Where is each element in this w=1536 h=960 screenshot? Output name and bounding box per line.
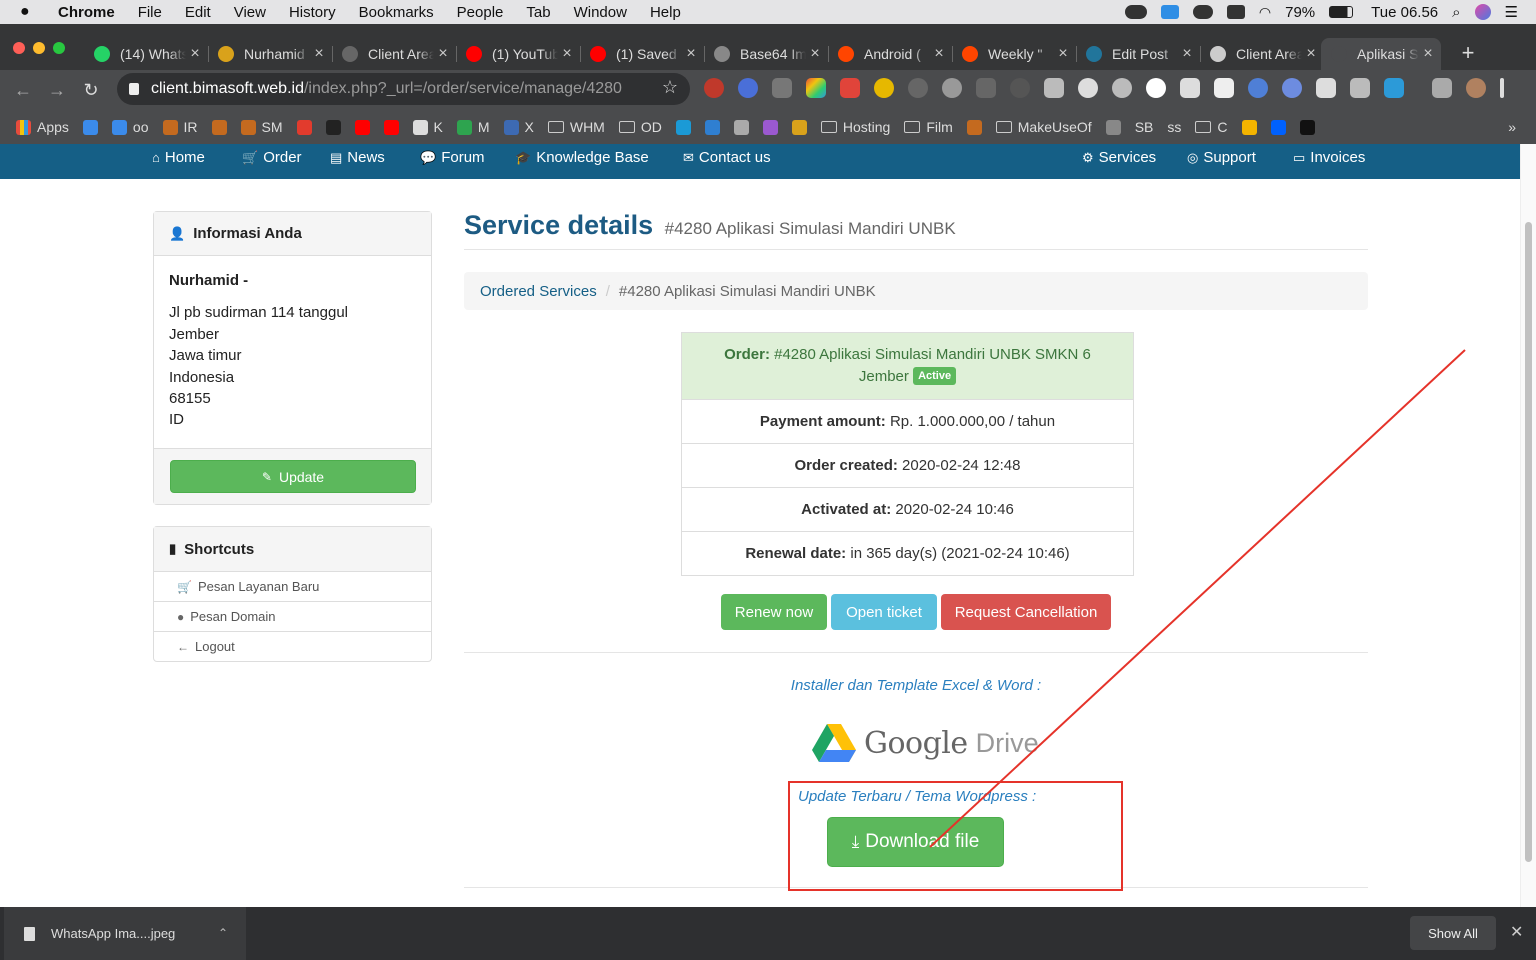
download-filename: WhatsApp Ima....jpeg: [51, 926, 176, 941]
show-all-button[interactable]: Show All: [1410, 916, 1496, 950]
download-shelf: WhatsApp Ima....jpeg ⌃ Show All ✕: [0, 907, 1536, 960]
annotation-arrow: [929, 349, 1466, 848]
file-icon: [24, 926, 35, 941]
annotation-line: [929, 349, 1466, 848]
download-item[interactable]: WhatsApp Ima....jpeg ⌃: [4, 907, 246, 960]
close-icon[interactable]: ✕: [1510, 922, 1523, 942]
chevron-up-icon[interactable]: ⌃: [218, 926, 228, 940]
